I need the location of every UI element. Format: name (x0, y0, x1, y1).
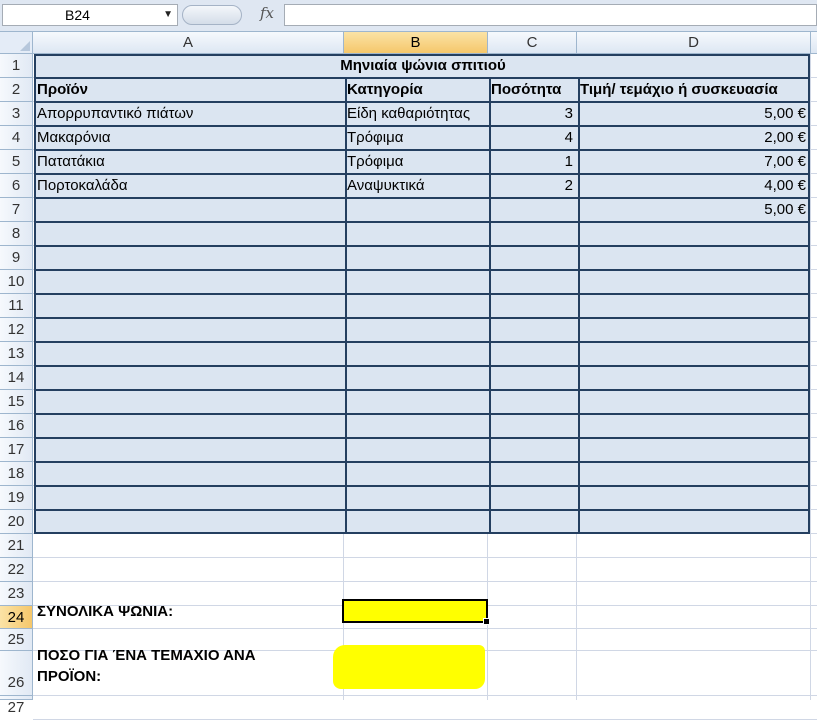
formula-controls: fx (182, 4, 282, 26)
table-row-border (36, 317, 808, 319)
cell-category[interactable]: Αναψυκτικά (347, 174, 487, 198)
cell-quantity[interactable]: 3 (491, 102, 573, 126)
column-header-b[interactable]: B (344, 32, 488, 54)
name-box[interactable]: B24 ▼ (2, 4, 178, 26)
table-row-border (36, 509, 808, 511)
row-header-13[interactable]: 13 (0, 342, 33, 366)
cell-quantity[interactable]: 1 (491, 150, 573, 174)
cell-quantity[interactable]: 2 (491, 174, 573, 198)
row-header-4[interactable]: 4 (0, 126, 33, 150)
table-row-border (36, 485, 808, 487)
table-row-border (36, 245, 808, 247)
row-gridline (33, 628, 817, 629)
row-header-16[interactable]: 16 (0, 414, 33, 438)
column-header-c[interactable]: C (488, 32, 577, 54)
cell-category[interactable] (347, 198, 487, 222)
table-row-border (36, 293, 808, 295)
header-unit-price[interactable]: Τιμή/ τεμάχιο ή συσκευασία (580, 78, 810, 102)
cell-unit-price[interactable]: 4,00 € (580, 174, 806, 198)
row-header-5[interactable]: 5 (0, 150, 33, 174)
per-item-highlight (333, 645, 485, 689)
cell-product[interactable]: Μακαρόνια (37, 126, 342, 150)
row-header-25[interactable]: 25 (0, 629, 33, 651)
row-header-9[interactable]: 9 (0, 246, 33, 270)
column-header-d[interactable]: D (577, 32, 811, 54)
row-header-2[interactable]: 2 (0, 78, 33, 102)
column-header-a[interactable]: A (33, 32, 344, 54)
splitter-handle[interactable] (182, 5, 242, 25)
formula-bar-area: B24 ▼ fx (0, 0, 817, 32)
row-header-8[interactable]: 8 (0, 222, 33, 246)
row-header-21[interactable]: 21 (0, 534, 33, 558)
cell-category[interactable]: Είδη καθαριότητας (347, 102, 487, 126)
per-item-label-line2[interactable]: ΠΡΟΪΟΝ: (37, 666, 337, 688)
row-header-10[interactable]: 10 (0, 270, 33, 294)
row-header-14[interactable]: 14 (0, 366, 33, 390)
row-header-27[interactable]: 27 (0, 696, 33, 716)
row-header-12[interactable]: 12 (0, 318, 33, 342)
name-box-value: B24 (65, 7, 90, 23)
table-row-border (36, 413, 808, 415)
total-label[interactable]: ΣΥΝΟΛΙΚΑ ΨΩΝΙΑ: (37, 600, 337, 624)
cell-unit-price[interactable]: 5,00 € (580, 198, 806, 222)
cell-product[interactable]: Πατατάκια (37, 150, 342, 174)
select-all-button[interactable] (0, 32, 33, 54)
row-header-24[interactable]: 24 (0, 606, 33, 629)
row-gridline (33, 557, 817, 558)
row-header-20[interactable]: 20 (0, 510, 33, 534)
column-gridline (810, 54, 811, 700)
row-gridline (33, 695, 817, 696)
row-header-19[interactable]: 19 (0, 486, 33, 510)
cell-unit-price[interactable]: 5,00 € (580, 102, 806, 126)
row-header-17[interactable]: 17 (0, 438, 33, 462)
cell-quantity[interactable]: 4 (491, 126, 573, 150)
table-row-border (36, 269, 808, 271)
header-category[interactable]: Κατηγορία (347, 78, 487, 102)
table-title[interactable]: Μηνιαία ψώνια σπιτιού (36, 54, 810, 78)
row-header-26[interactable]: 26 (0, 651, 33, 696)
header-product[interactable]: Προϊόν (37, 78, 342, 102)
per-item-label-line1[interactable]: ΠΟΣΟ ΓΙΑ ΈΝΑ ΤΕΜΑΧΙΟ ΑΝΑ (37, 645, 337, 667)
cell-category[interactable]: Τρόφιμα (347, 126, 487, 150)
column-header-e[interactable] (811, 32, 817, 54)
row-header-1[interactable]: 1 (0, 54, 33, 78)
row-header-18[interactable]: 18 (0, 462, 33, 486)
table-row-border (36, 461, 808, 463)
row-header-23[interactable]: 23 (0, 582, 33, 606)
row-header-3[interactable]: 3 (0, 102, 33, 126)
cell-product[interactable] (37, 198, 342, 222)
cell-unit-price[interactable]: 7,00 € (580, 150, 806, 174)
table-row-border (36, 341, 808, 343)
cell-unit-price[interactable]: 2,00 € (580, 126, 806, 150)
row-header-6[interactable]: 6 (0, 174, 33, 198)
row-gridline (33, 581, 817, 582)
cell-product[interactable]: Πορτοκαλάδα (37, 174, 342, 198)
function-icon[interactable]: fx (260, 4, 274, 22)
table-row-border (36, 365, 808, 367)
cell-product[interactable]: Απορρυπαντικό πιάτων (37, 102, 342, 126)
cell-quantity[interactable] (491, 198, 573, 222)
header-quantity[interactable]: Ποσότητα (491, 78, 577, 102)
row-header-11[interactable]: 11 (0, 294, 33, 318)
active-cell-b24[interactable] (342, 599, 490, 625)
table-row-border (36, 437, 808, 439)
row-header-22[interactable]: 22 (0, 558, 33, 582)
table-row-border (36, 389, 808, 391)
chevron-down-icon[interactable]: ▼ (163, 9, 173, 20)
formula-input[interactable] (284, 4, 817, 26)
cell-category[interactable]: Τρόφιμα (347, 150, 487, 174)
row-header-7[interactable]: 7 (0, 198, 33, 222)
row-header-15[interactable]: 15 (0, 390, 33, 414)
